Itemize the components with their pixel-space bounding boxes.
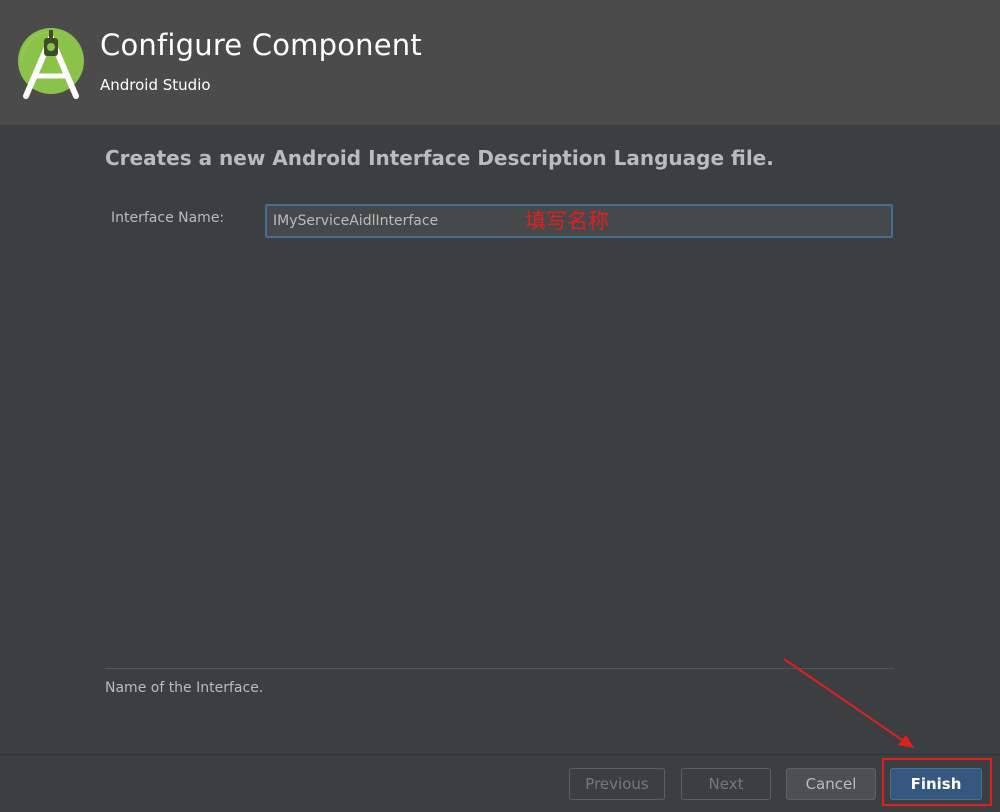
finish-button[interactable]: Finish (890, 768, 982, 800)
interface-name-label: Interface Name: (111, 210, 225, 226)
page-description: Creates a new Android Interface Descript… (105, 146, 774, 170)
cancel-button[interactable]: Cancel (786, 768, 876, 800)
annotation-fill-name: 填写名称 (525, 209, 609, 233)
field-hint: Name of the Interface. (105, 680, 264, 696)
dialog-subtitle: Android Studio (100, 76, 211, 94)
configure-component-dialog: Configure Component Android Studio Creat… (0, 0, 1000, 812)
dialog-header: Configure Component Android Studio (0, 0, 1000, 125)
next-button[interactable]: Next (681, 768, 771, 800)
dialog-title: Configure Component (100, 28, 422, 62)
previous-button[interactable]: Previous (569, 768, 665, 800)
android-studio-icon (18, 28, 84, 99)
divider (105, 668, 894, 669)
